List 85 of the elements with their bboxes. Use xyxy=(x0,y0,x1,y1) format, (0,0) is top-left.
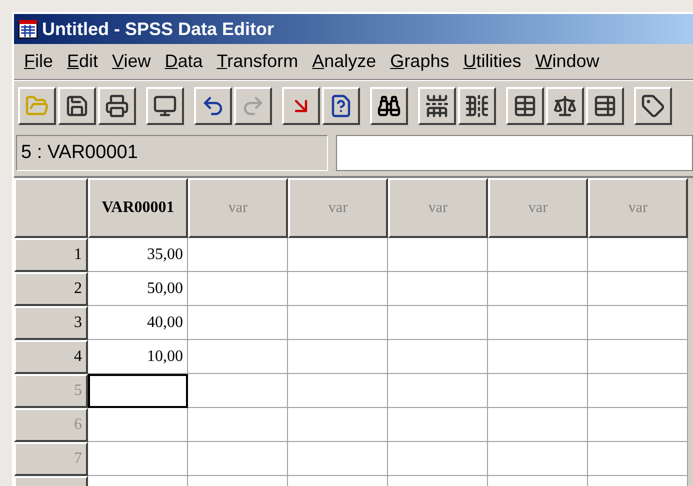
toolbar-button[interactable] xyxy=(634,86,672,124)
table-cell[interactable] xyxy=(288,340,388,374)
table-cell[interactable] xyxy=(388,238,488,272)
monitor-icon xyxy=(153,94,177,118)
table-cell[interactable] xyxy=(88,408,188,442)
menu-item[interactable]: Window xyxy=(529,48,606,75)
table-cell[interactable] xyxy=(588,374,688,408)
toolbar-button[interactable] xyxy=(586,86,624,124)
tag-icon xyxy=(641,94,665,118)
table-cell[interactable] xyxy=(388,306,488,340)
question-icon xyxy=(329,94,353,118)
table-cell[interactable] xyxy=(488,408,588,442)
table-cell[interactable] xyxy=(288,374,388,408)
table-cell[interactable] xyxy=(188,442,288,476)
table-cell[interactable] xyxy=(588,238,688,272)
cell-reference: 5 : VAR00001 xyxy=(16,135,328,171)
toolbar-button[interactable] xyxy=(194,86,232,124)
table-cell[interactable] xyxy=(388,408,488,442)
column-header[interactable]: VAR00001 xyxy=(88,178,188,238)
table-cell[interactable] xyxy=(588,442,688,476)
table-cell[interactable] xyxy=(88,374,188,408)
toolbar-button[interactable] xyxy=(370,86,408,124)
toolbar-button[interactable] xyxy=(282,86,320,124)
row-header[interactable]: 1 xyxy=(14,238,88,272)
binoculars-icon xyxy=(377,94,401,118)
menu-item[interactable]: Transform xyxy=(210,48,304,75)
table-cell[interactable] xyxy=(188,340,288,374)
menu-item[interactable]: Analyze xyxy=(306,48,382,75)
table-cell[interactable] xyxy=(488,238,588,272)
cell-value-field[interactable] xyxy=(336,135,693,171)
app-icon xyxy=(18,19,38,39)
table-cell[interactable] xyxy=(588,340,688,374)
window-title: Untitled - SPSS Data Editor xyxy=(42,18,274,40)
table-cell[interactable]: 40,00 xyxy=(88,306,188,340)
toolbar-button[interactable] xyxy=(58,86,96,124)
toolbar-button[interactable] xyxy=(146,86,184,124)
table-cell[interactable] xyxy=(588,272,688,306)
table-cell[interactable] xyxy=(388,272,488,306)
table-cell[interactable] xyxy=(488,374,588,408)
table-cell[interactable] xyxy=(188,272,288,306)
toolbar-button[interactable] xyxy=(546,86,584,124)
scale-icon xyxy=(553,94,577,118)
toolbar-button[interactable] xyxy=(506,86,544,124)
row-header[interactable]: 4 xyxy=(14,340,88,374)
toolbar-button[interactable] xyxy=(322,86,360,124)
table-cell[interactable]: 10,00 xyxy=(88,340,188,374)
table-icon xyxy=(513,94,537,118)
table-cell[interactable]: 50,00 xyxy=(88,272,188,306)
table-cell[interactable] xyxy=(288,272,388,306)
table-cell[interactable] xyxy=(188,374,288,408)
insert-row-icon xyxy=(425,94,449,118)
table-cell[interactable] xyxy=(288,306,388,340)
folder-icon xyxy=(25,94,49,118)
table-cell[interactable] xyxy=(488,340,588,374)
row-header[interactable]: 3 xyxy=(14,306,88,340)
toolbar-button[interactable] xyxy=(98,86,136,124)
toolbar-button[interactable] xyxy=(458,86,496,124)
toolbar-button[interactable] xyxy=(18,86,56,124)
menu-item[interactable]: Edit xyxy=(61,48,104,75)
table-cell[interactable] xyxy=(188,306,288,340)
table-cell[interactable] xyxy=(288,442,388,476)
table-cell[interactable] xyxy=(588,306,688,340)
table-cell[interactable] xyxy=(488,272,588,306)
table-cell[interactable] xyxy=(288,408,388,442)
insert-column-icon xyxy=(465,94,489,118)
table-cell[interactable] xyxy=(388,340,488,374)
menu-item[interactable]: File xyxy=(18,48,60,75)
table-cell[interactable] xyxy=(388,374,488,408)
table-cell[interactable]: 35,00 xyxy=(88,238,188,272)
printer-icon xyxy=(105,94,129,118)
menu-item[interactable]: Graphs xyxy=(384,48,456,75)
menu-item[interactable]: Data xyxy=(158,48,209,75)
table-cell[interactable] xyxy=(188,238,288,272)
table-cell[interactable] xyxy=(88,442,188,476)
row-header[interactable]: 2 xyxy=(14,272,88,306)
menu-item[interactable]: View xyxy=(106,48,157,75)
table-cell[interactable] xyxy=(488,442,588,476)
toolbar-button[interactable] xyxy=(418,86,456,124)
menu-item[interactable]: Utilities xyxy=(457,48,528,75)
table-cell[interactable] xyxy=(588,408,688,442)
table-cell[interactable] xyxy=(488,306,588,340)
table-cell[interactable] xyxy=(188,408,288,442)
table-cell[interactable] xyxy=(388,442,488,476)
grid-icon xyxy=(593,94,617,118)
table-cell[interactable] xyxy=(288,238,388,272)
